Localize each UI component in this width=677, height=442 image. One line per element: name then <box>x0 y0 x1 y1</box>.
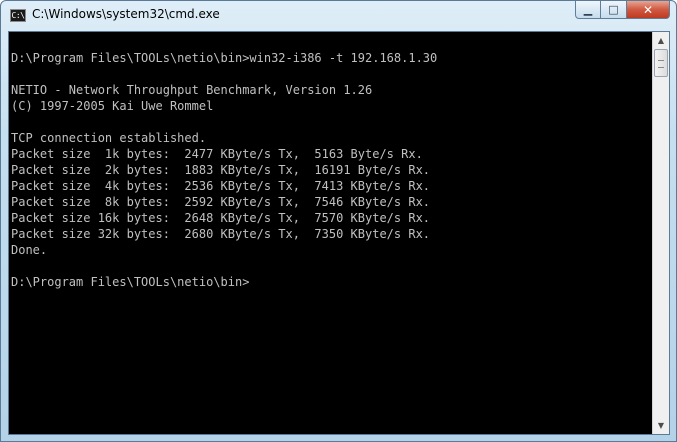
terminal-line: Packet size 16k bytes: 2648 KByte/s Tx, … <box>11 211 431 225</box>
close-icon: ✕ <box>642 2 654 17</box>
vertical-scrollbar[interactable]: ▲ ▼ <box>652 32 669 434</box>
terminal-line: NETIO - Network Throughput Benchmark, Ve… <box>11 83 373 97</box>
terminal-line: TCP connection established. <box>11 131 207 145</box>
terminal-line: Packet size 1k bytes: 2477 KByte/s Tx, 5… <box>11 147 423 161</box>
window-title: C:\Windows\system32\cmd.exe <box>32 7 220 21</box>
scroll-down-arrow-icon: ▼ <box>657 421 665 430</box>
terminal-line: (C) 1997-2005 Kai Uwe Rommel <box>11 99 214 113</box>
title-bar[interactable]: C:\ C:\Windows\system32\cmd.exe ▁ □ ✕ <box>1 1 676 31</box>
minimize-icon: ▁ <box>583 3 593 16</box>
grip-icon <box>658 60 664 68</box>
terminal-line: D:\Program Files\TOOLs\netio\bin>win32-i… <box>11 51 438 65</box>
caption-buttons: ▁ □ ✕ <box>575 1 670 20</box>
terminal-output[interactable]: D:\Program Files\TOOLs\netio\bin>win32-i… <box>11 34 651 432</box>
scroll-up-button[interactable]: ▲ <box>653 32 669 49</box>
scrollbar-thumb[interactable] <box>654 49 668 77</box>
scroll-up-arrow-icon: ▲ <box>657 36 665 45</box>
scroll-down-button[interactable]: ▼ <box>653 417 669 434</box>
terminal-line: D:\Program Files\TOOLs\netio\bin> <box>11 275 250 289</box>
cmd-app-icon[interactable]: C:\ <box>10 9 26 22</box>
maximize-icon: □ <box>608 3 619 16</box>
close-button[interactable]: ✕ <box>627 1 670 19</box>
cmd-window: C:\ C:\Windows\system32\cmd.exe ▁ □ ✕ D:… <box>0 0 677 442</box>
terminal-line: Packet size 32k bytes: 2680 KByte/s Tx, … <box>11 227 431 241</box>
terminal-line: Packet size 8k bytes: 2592 KByte/s Tx, 7… <box>11 195 431 209</box>
minimize-button[interactable]: ▁ <box>575 1 601 19</box>
console-area[interactable]: D:\Program Files\TOOLs\netio\bin>win32-i… <box>8 31 670 435</box>
terminal-line: Done. <box>11 243 48 257</box>
terminal-line: Packet size 4k bytes: 2536 KByte/s Tx, 7… <box>11 179 431 193</box>
terminal-line: Packet size 2k bytes: 1883 KByte/s Tx, 1… <box>11 163 431 177</box>
maximize-button[interactable]: □ <box>601 1 627 19</box>
